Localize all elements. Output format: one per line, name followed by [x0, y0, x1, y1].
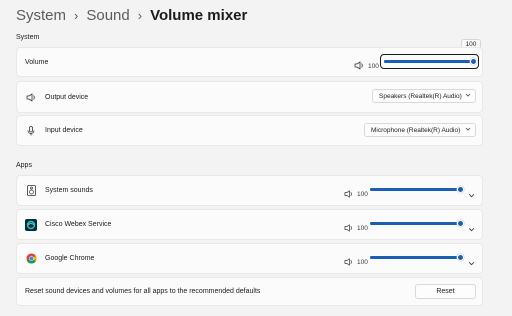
app-volume-slider[interactable] — [370, 254, 464, 261]
reset-button[interactable]: Reset — [415, 284, 476, 299]
master-volume-fill — [384, 60, 474, 63]
app-name: Google Chrome — [45, 255, 95, 262]
breadcrumb: System › Sound › Volume mixer — [16, 6, 247, 26]
input-device-value: Microphone (Realtek(R) Audio) — [371, 126, 461, 134]
chevron-right-icon: › — [137, 8, 143, 23]
master-volume-value: 100 — [368, 62, 379, 70]
app-name: System sounds — [45, 187, 93, 194]
app-volume-control: 100 — [344, 185, 368, 203]
input-device-label: Input device — [45, 127, 83, 134]
breadcrumb-sound[interactable]: Sound — [86, 6, 129, 26]
chevron-down-icon[interactable] — [468, 186, 475, 204]
page-title: Volume mixer — [150, 7, 248, 24]
chevron-right-icon: › — [74, 8, 79, 23]
chevron-down-icon — [465, 92, 471, 100]
input-device-dropdown[interactable]: Microphone (Realtek(R) Audio) — [364, 123, 476, 137]
app-volume-slider[interactable] — [370, 220, 464, 227]
app-volume-value: 100 — [357, 190, 368, 198]
app-volume-control: 100 — [344, 219, 368, 237]
app-volume-slider[interactable] — [370, 186, 464, 193]
breadcrumb-system[interactable]: System — [16, 6, 66, 26]
app-volume-value: 100 — [357, 258, 368, 266]
speaker-icon[interactable] — [354, 57, 364, 75]
speaker-icon[interactable] — [344, 253, 353, 271]
master-volume-thumb[interactable] — [470, 58, 477, 65]
section-label-system: System — [16, 34, 40, 41]
master-volume-control: 100 — [354, 57, 379, 75]
app-volume-fill — [370, 188, 461, 191]
reset-description: Reset sound devices and volumes for all … — [25, 288, 261, 295]
section-label-apps: Apps — [16, 162, 32, 169]
output-device-dropdown[interactable]: Speakers (Realtek(R) Audio) — [372, 89, 476, 103]
volume-label: Volume — [25, 58, 49, 66]
chrome-icon — [25, 253, 37, 265]
webex-icon — [25, 218, 37, 231]
app-volume-thumb[interactable] — [457, 254, 464, 261]
app-name: Cisco Webex Service — [45, 221, 112, 228]
app-volume-value: 100 — [357, 224, 368, 232]
output-device-label: Output device — [45, 93, 89, 101]
reset-card: Reset sound devices and volumes for all … — [16, 277, 483, 306]
speaker-icon — [25, 91, 37, 103]
chevron-down-icon — [465, 126, 471, 134]
chevron-down-icon[interactable] — [468, 254, 475, 272]
speaker-icon[interactable] — [344, 219, 353, 237]
app-volume-control: 100 — [344, 253, 368, 271]
app-volume-thumb[interactable] — [457, 220, 464, 227]
app-volume-thumb[interactable] — [457, 186, 464, 193]
speaker-icon[interactable] — [344, 185, 353, 203]
master-volume-slider[interactable] — [384, 58, 477, 65]
speaker-box-icon — [25, 185, 37, 197]
app-volume-fill — [370, 256, 461, 259]
app-volume-fill — [370, 222, 461, 225]
chevron-down-icon[interactable] — [468, 220, 475, 238]
output-device-value: Speakers (Realtek(R) Audio) — [379, 92, 462, 100]
microphone-icon — [25, 125, 37, 137]
